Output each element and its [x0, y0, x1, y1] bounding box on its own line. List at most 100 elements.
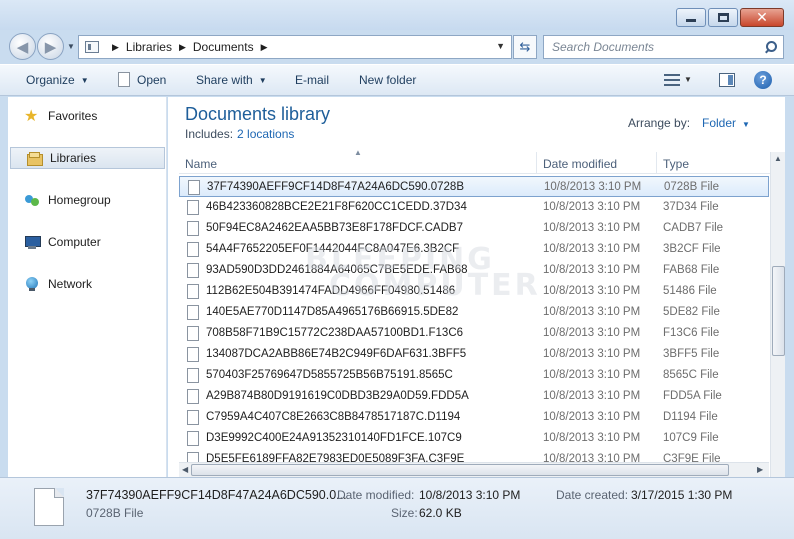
table-row[interactable]: A29B874B80D9191619C0DBD3B29A0D59.FDD5A 10…: [179, 386, 769, 407]
file-date-modified: 10/8/2013 3:10 PM: [543, 243, 641, 255]
table-row[interactable]: 46B423360828BCE2E21F8F620CC1CEDD.37D34 10…: [179, 197, 769, 218]
close-icon: ✕: [756, 9, 768, 26]
date-modified-value: 10/8/2013 3:10 PM: [419, 488, 521, 502]
address-dropdown-icon[interactable]: ▼: [496, 41, 505, 51]
file-icon: [187, 221, 199, 236]
share-with-button[interactable]: Share with ▼: [196, 73, 267, 87]
chevron-down-icon: ▼: [742, 120, 750, 129]
new-folder-button[interactable]: New folder: [359, 73, 416, 87]
scroll-up-icon[interactable]: ▲: [774, 154, 782, 163]
address-row: ◀ ▶ ▼ ▶ Libraries ▶ Documents ▶ ▼ ⇆ Sear…: [0, 30, 794, 64]
file-type: 51486 File: [663, 285, 717, 297]
back-arrow-icon: ◀: [16, 38, 29, 56]
horizontal-scroll-thumb[interactable]: [191, 464, 729, 476]
forward-button[interactable]: ▶: [37, 33, 64, 60]
navigation-pane: ★ Favorites Libraries Homegroup Computer…: [8, 97, 167, 477]
nav-item-libraries[interactable]: Libraries: [10, 147, 165, 169]
watermark-line-2: COMPUTER: [329, 268, 541, 303]
file-icon: [187, 410, 199, 425]
column-divider[interactable]: [656, 152, 657, 174]
open-button[interactable]: Open: [118, 72, 166, 87]
network-icon: [24, 276, 40, 292]
search-icon[interactable]: [763, 40, 777, 54]
file-icon: [34, 488, 64, 526]
chevron-down-icon[interactable]: ▼: [684, 75, 692, 84]
back-button[interactable]: ◀: [9, 33, 36, 60]
file-name: 50F94EC8A2462EAA5BB73E8F178FDCF.CADB7: [206, 222, 463, 234]
file-date-modified: 10/8/2013 3:10 PM: [543, 453, 641, 462]
organize-button[interactable]: Organize ▼: [26, 73, 89, 87]
file-name: D3E9992C400E24A91352310140FD1FCE.107C9: [206, 432, 462, 444]
file-name: 140E5AE770D1147D85A4965176B66915.5DE82: [206, 306, 459, 318]
table-row[interactable]: 140E5AE770D1147D85A4965176B66915.5DE82 10…: [179, 302, 769, 323]
table-row[interactable]: D3E9992C400E24A91352310140FD1FCE.107C9 10…: [179, 428, 769, 449]
column-header-date[interactable]: Date modified: [543, 157, 617, 171]
chevron-down-icon: ▼: [80, 75, 89, 85]
date-modified-label: Date modified:: [337, 488, 415, 502]
nav-item-network[interactable]: Network: [8, 273, 166, 295]
file-date-modified: 10/8/2013 3:10 PM: [544, 181, 642, 193]
breadcrumb-libraries[interactable]: Libraries: [126, 40, 172, 54]
table-row[interactable]: 134087DCA2ABB86E74B2C949F6DAF631.3BFF5 10…: [179, 344, 769, 365]
organize-label: Organize: [26, 73, 75, 87]
file-type: C3F9E File: [663, 453, 721, 462]
includes-label: Includes:: [185, 127, 234, 141]
scroll-right-icon[interactable]: ▶: [757, 465, 763, 474]
star-icon: ★: [24, 106, 39, 125]
recent-pages-dropdown-icon[interactable]: ▼: [67, 42, 75, 51]
file-type: 37D34 File: [663, 201, 719, 213]
column-divider[interactable]: [536, 152, 537, 174]
file-date-modified: 10/8/2013 3:10 PM: [543, 264, 641, 276]
column-header-name[interactable]: Name: [185, 157, 217, 171]
file-type: FAB68 File: [663, 264, 720, 276]
file-date-modified: 10/8/2013 3:10 PM: [543, 369, 641, 381]
address-bar[interactable]: ▶ Libraries ▶ Documents ▶ ▼: [78, 35, 512, 59]
maximize-button[interactable]: [708, 8, 738, 27]
breadcrumb-arrow-icon[interactable]: ▶: [261, 42, 268, 53]
nav-item-computer[interactable]: Computer: [8, 231, 166, 253]
breadcrumb-documents[interactable]: Documents: [193, 40, 254, 54]
column-header-type[interactable]: Type: [663, 157, 689, 171]
arrange-by-label: Arrange by:: [628, 116, 691, 130]
horizontal-scrollbar[interactable]: ◀ ▶: [179, 462, 769, 477]
search-box[interactable]: Search Documents: [543, 35, 784, 59]
nav-item-homegroup[interactable]: Homegroup: [8, 189, 166, 211]
table-row[interactable]: 37F74390AEFF9CF14D8F47A24A6DC590.0728B 10…: [179, 176, 769, 197]
minimize-button[interactable]: [676, 8, 706, 27]
vertical-scrollbar[interactable]: ▲: [770, 152, 785, 477]
file-icon: [187, 305, 199, 320]
view-options-icon[interactable]: [664, 74, 680, 86]
file-icon: [118, 72, 130, 87]
file-icon: [187, 284, 199, 299]
table-row[interactable]: 570403F25769647D5855725B56B75191.8565C 10…: [179, 365, 769, 386]
arrange-by-dropdown[interactable]: Folder ▼: [702, 116, 750, 130]
scroll-left-icon[interactable]: ◀: [182, 465, 188, 474]
nav-item-label: Homegroup: [48, 193, 111, 207]
nav-buttons: ◀ ▶ ▼: [9, 33, 75, 60]
locations-link[interactable]: 2 locations: [237, 127, 294, 141]
title-bar: ✕: [0, 0, 794, 30]
file-type: 8565C File: [663, 369, 719, 381]
open-label: Open: [137, 72, 167, 87]
table-row[interactable]: C7959A4C407C8E2663C8B8478517187C.D1194 10…: [179, 407, 769, 428]
file-date-modified: 10/8/2013 3:10 PM: [543, 201, 641, 213]
help-icon[interactable]: ?: [754, 71, 772, 89]
arrange-by-value: Folder: [702, 116, 737, 130]
preview-pane-icon[interactable]: [719, 73, 735, 87]
file-type: CADB7 File: [663, 222, 724, 234]
email-button[interactable]: E-mail: [295, 73, 329, 87]
vertical-scroll-thumb[interactable]: [772, 266, 785, 356]
close-button[interactable]: ✕: [740, 8, 784, 27]
breadcrumb-arrow-icon[interactable]: ▶: [112, 42, 119, 53]
breadcrumb-arrow-icon[interactable]: ▶: [179, 42, 186, 53]
nav-item-label: Computer: [48, 235, 101, 249]
nav-item-favorites[interactable]: ★ Favorites: [8, 105, 166, 127]
file-name: 37F74390AEFF9CF14D8F47A24A6DC590.0728B: [207, 181, 464, 193]
date-created-label: Date created:: [556, 488, 629, 502]
table-row[interactable]: D5E5FE6189FFA82E7983ED0E5089F3FA.C3F9E 10…: [179, 449, 769, 462]
table-row[interactable]: 50F94EC8A2462EAA5BB73E8F178FDCF.CADB7 10/…: [179, 218, 769, 239]
refresh-button[interactable]: ⇆: [513, 35, 537, 59]
column-headers: ▲ Name Date modified Type: [179, 148, 772, 174]
search-input[interactable]: Search Documents: [552, 40, 763, 54]
table-row[interactable]: 708B58F71B9C15772C238DAA57100BD1.F13C6 10…: [179, 323, 769, 344]
